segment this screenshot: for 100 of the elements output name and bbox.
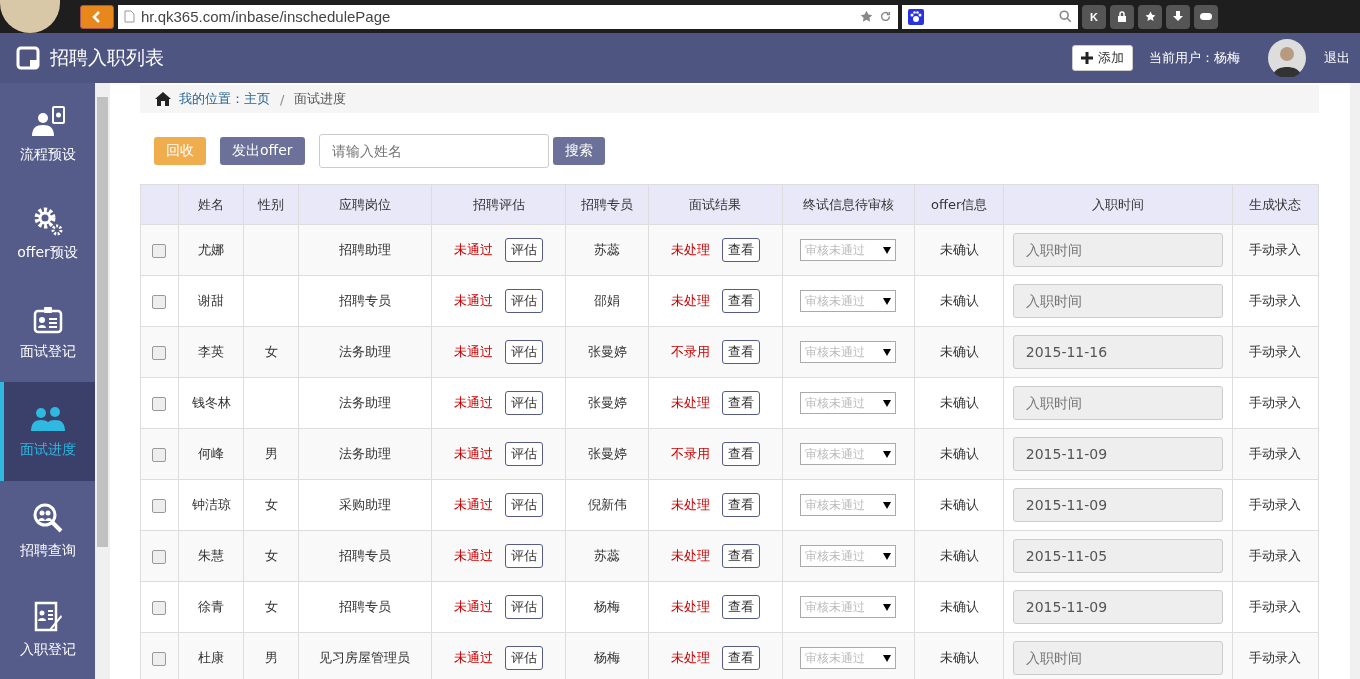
view-button[interactable]: 查看 bbox=[721, 646, 760, 670]
specialist-cell: 杨梅 bbox=[565, 632, 649, 679]
evaluate-button[interactable]: 评估 bbox=[505, 391, 544, 415]
gears-icon bbox=[32, 205, 63, 236]
row-checkbox[interactable] bbox=[152, 243, 167, 258]
reload-icon[interactable] bbox=[879, 10, 892, 23]
address-bar[interactable]: hr.qk365.com/inbase/inschedulePage bbox=[118, 4, 898, 29]
entry-date-field[interactable]: 2015-11-09 bbox=[1012, 488, 1223, 522]
specialist-cell: 张曼婷 bbox=[565, 428, 649, 480]
download-icon[interactable] bbox=[1166, 4, 1190, 29]
evaluate-button[interactable]: 评估 bbox=[505, 340, 544, 364]
view-button[interactable]: 查看 bbox=[721, 544, 760, 568]
evaluate-button[interactable]: 评估 bbox=[505, 544, 544, 568]
entry-date-field[interactable]: 2015-11-16 bbox=[1012, 335, 1223, 369]
browser-search-field[interactable] bbox=[902, 4, 1078, 29]
add-button[interactable]: 添加 bbox=[1072, 45, 1133, 71]
name-cell: 尤娜 bbox=[178, 224, 244, 276]
home-icon[interactable] bbox=[155, 92, 171, 106]
specialist-cell: 杨梅 bbox=[565, 581, 649, 633]
bookmark-icon[interactable] bbox=[1138, 4, 1162, 29]
entry-date-field[interactable]: 2015-11-09 bbox=[1012, 590, 1223, 624]
entry-date-field[interactable]: 2015-11-05 bbox=[1012, 539, 1223, 573]
evaluate-button[interactable]: 评估 bbox=[505, 442, 544, 466]
view-button[interactable]: 查看 bbox=[721, 595, 760, 619]
row-checkbox[interactable] bbox=[152, 498, 167, 513]
column-header: 面试结果 bbox=[648, 184, 782, 225]
column-header: 入职时间 bbox=[1003, 184, 1233, 225]
evaluate-button[interactable]: 评估 bbox=[505, 595, 544, 619]
entry-date-field[interactable]: 入职时间 bbox=[1012, 284, 1223, 318]
sidebar-item[interactable]: 面试登记 bbox=[0, 283, 95, 382]
status-cell: 手动录入 bbox=[1232, 530, 1319, 582]
evaluation-status: 未通过 bbox=[454, 395, 494, 410]
sidebar-item[interactable]: 流程预设 bbox=[0, 85, 95, 184]
offer-cell: 未确认 bbox=[915, 632, 1004, 679]
position-cell: 招聘专员 bbox=[298, 530, 432, 582]
scrollbar[interactable] bbox=[95, 83, 110, 679]
entry-date-field[interactable]: 2015-11-09 bbox=[1012, 437, 1223, 471]
sidebar-item[interactable]: offer预设 bbox=[0, 184, 95, 283]
result-status: 未处理 bbox=[670, 599, 710, 614]
page-icon bbox=[124, 10, 135, 23]
offer-cell: 未确认 bbox=[915, 530, 1004, 582]
profile-avatar[interactable] bbox=[0, 0, 60, 33]
lock-icon[interactable] bbox=[1110, 4, 1134, 29]
row-checkbox[interactable] bbox=[152, 447, 167, 462]
status-cell: 手动录入 bbox=[1232, 428, 1319, 480]
caret-icon bbox=[883, 552, 892, 560]
gender-cell bbox=[243, 275, 299, 327]
view-button[interactable]: 查看 bbox=[721, 238, 760, 262]
sidebar-item[interactable]: 入职登记 bbox=[0, 580, 95, 679]
gender-cell: 女 bbox=[243, 530, 299, 582]
view-button[interactable]: 查看 bbox=[721, 391, 760, 415]
name-cell: 谢甜 bbox=[178, 275, 244, 327]
search-icon[interactable] bbox=[1059, 10, 1072, 23]
column-header: 应聘岗位 bbox=[298, 184, 432, 225]
result-status: 未处理 bbox=[670, 242, 710, 257]
view-button[interactable]: 查看 bbox=[721, 493, 760, 517]
row-checkbox[interactable] bbox=[152, 396, 167, 411]
name-cell: 钱冬林 bbox=[178, 377, 244, 429]
offer-cell: 未确认 bbox=[915, 377, 1004, 429]
page-scrollbar[interactable] bbox=[1350, 83, 1360, 679]
evaluate-button[interactable]: 评估 bbox=[505, 646, 544, 670]
entry-date-field[interactable]: 入职时间 bbox=[1012, 233, 1223, 267]
caret-icon bbox=[883, 297, 892, 305]
send-offer-button[interactable]: 发出offer bbox=[220, 137, 305, 165]
row-checkbox[interactable] bbox=[152, 600, 167, 615]
view-button[interactable]: 查看 bbox=[721, 289, 760, 313]
status-cell: 手动录入 bbox=[1232, 326, 1319, 378]
status-cell: 手动录入 bbox=[1232, 224, 1319, 276]
search-people-icon bbox=[31, 501, 64, 534]
view-button[interactable]: 查看 bbox=[721, 442, 760, 466]
evaluation-status: 未通过 bbox=[454, 242, 494, 257]
offer-cell: 未确认 bbox=[915, 326, 1004, 378]
view-button[interactable]: 查看 bbox=[721, 340, 760, 364]
gender-cell: 男 bbox=[243, 632, 299, 679]
gender-cell: 女 bbox=[243, 326, 299, 378]
home-link[interactable]: 主页 bbox=[244, 90, 270, 108]
star-icon[interactable] bbox=[860, 10, 873, 23]
logout-link[interactable]: 退出 bbox=[1324, 49, 1350, 67]
row-checkbox[interactable] bbox=[152, 549, 167, 564]
entry-date-field[interactable]: 入职时间 bbox=[1012, 641, 1223, 675]
position-cell: 见习房屋管理员 bbox=[298, 632, 432, 679]
search-button[interactable]: 搜索 bbox=[552, 137, 605, 165]
entry-date-field[interactable]: 入职时间 bbox=[1012, 386, 1223, 420]
evaluate-button[interactable]: 评估 bbox=[505, 493, 544, 517]
status-cell: 手动录入 bbox=[1232, 479, 1319, 531]
evaluation-status: 未通过 bbox=[454, 497, 494, 512]
caret-icon bbox=[883, 246, 892, 254]
status-cell: 手动录入 bbox=[1232, 377, 1319, 429]
sidebar-item[interactable]: 招聘查询 bbox=[0, 481, 95, 580]
evaluate-button[interactable]: 评估 bbox=[505, 238, 544, 262]
name-search-field[interactable]: 请输入姓名 bbox=[318, 134, 549, 168]
sidebar-item[interactable]: 面试进度 bbox=[0, 382, 95, 481]
row-checkbox[interactable] bbox=[152, 651, 167, 666]
evaluate-button[interactable]: 评估 bbox=[505, 289, 544, 313]
back-button[interactable] bbox=[80, 4, 114, 29]
row-checkbox[interactable] bbox=[152, 294, 167, 309]
gender-cell: 女 bbox=[243, 581, 299, 633]
row-checkbox[interactable] bbox=[152, 345, 167, 360]
gamepad-icon[interactable] bbox=[1194, 4, 1218, 29]
extension-button[interactable]: K bbox=[1082, 4, 1106, 29]
